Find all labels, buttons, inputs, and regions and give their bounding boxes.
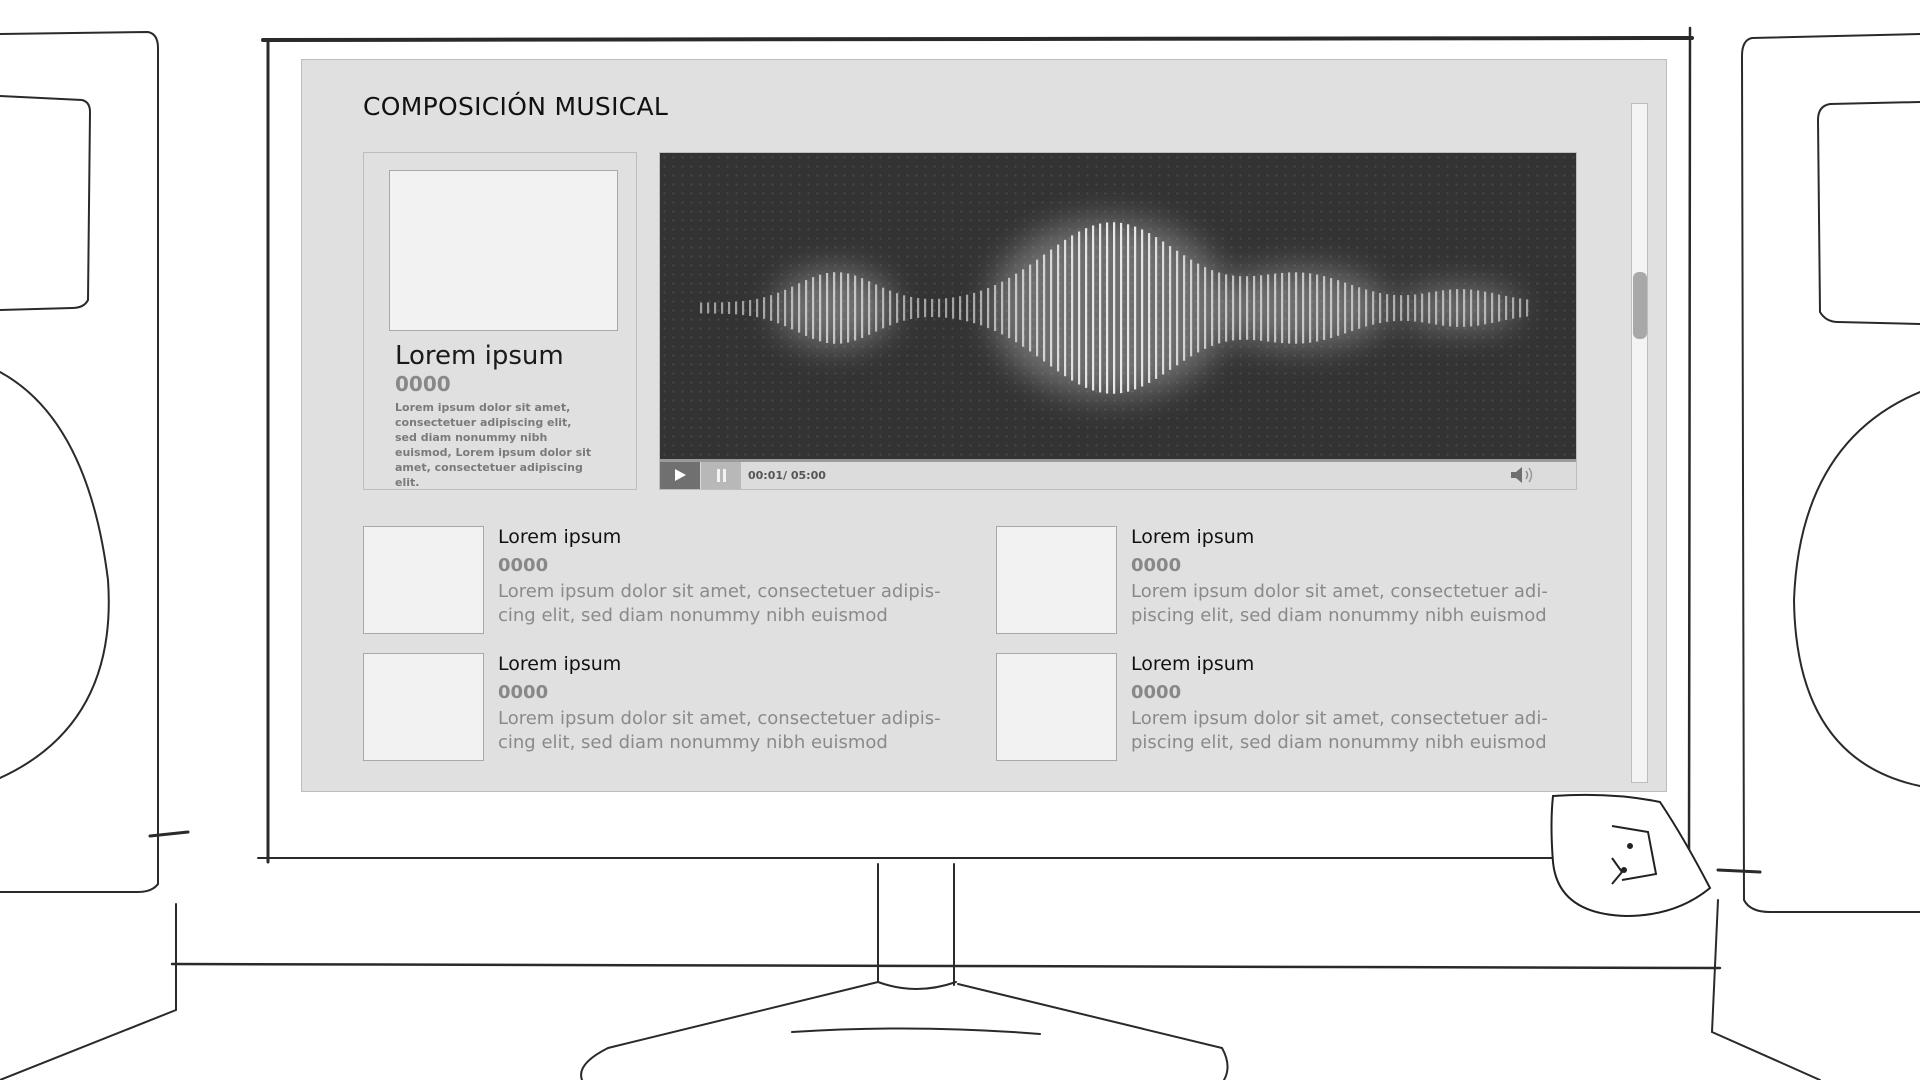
list-item[interactable]: Lorem ipsum 0000 Lorem ipsum dolor sit a… — [363, 526, 983, 634]
item-title: Lorem ipsum — [1131, 653, 1255, 675]
page-title: COMPOSICIÓN MUSICAL — [363, 92, 669, 121]
volume-icon[interactable] — [1508, 465, 1540, 485]
item-number: 0000 — [498, 555, 549, 576]
item-number: 0000 — [1131, 555, 1182, 576]
sticker-icon — [1550, 793, 1712, 918]
list-item[interactable]: Lorem ipsum 0000 Lorem ipsum dolor sit a… — [363, 653, 983, 761]
item-thumbnail — [363, 653, 484, 761]
featured-track-card[interactable]: Lorem ipsum 0000 Lorem ipsum dolor sit a… — [363, 152, 637, 490]
item-thumbnail — [996, 526, 1117, 634]
item-title: Lorem ipsum — [1131, 526, 1255, 548]
item-title: Lorem ipsum — [498, 526, 622, 548]
play-button[interactable] — [660, 462, 700, 489]
item-number: 0000 — [498, 682, 549, 703]
item-description: Lorem ipsum dolor sit amet, consectetuer… — [1131, 581, 1548, 626]
featured-description: Lorem ipsum dolor sit amet, consectetuer… — [395, 401, 592, 489]
time-display: 00:01/ 05:00 — [748, 469, 826, 482]
item-description: Lorem ipsum dolor sit amet, consectetuer… — [1131, 708, 1548, 753]
item-title: Lorem ipsum — [498, 653, 622, 675]
featured-number: 0000 — [395, 372, 451, 396]
featured-title: Lorem ipsum — [395, 341, 564, 371]
scrollbar-thumb[interactable] — [1633, 272, 1647, 339]
pause-button[interactable] — [701, 462, 741, 489]
item-description: Lorem ipsum dolor sit amet, consectetuer… — [498, 581, 941, 626]
list-item[interactable]: Lorem ipsum 0000 Lorem ipsum dolor sit a… — [996, 653, 1616, 761]
item-thumbnail — [363, 526, 484, 634]
audio-player: 00:01/ 05:00 — [659, 152, 1577, 490]
list-item[interactable]: Lorem ipsum 0000 Lorem ipsum dolor sit a… — [996, 526, 1616, 634]
item-description: Lorem ipsum dolor sit amet, consectetuer… — [498, 708, 941, 753]
item-number: 0000 — [1131, 682, 1182, 703]
item-thumbnail — [996, 653, 1117, 761]
waveform-graphic — [700, 218, 1529, 398]
player-controls: 00:01/ 05:00 — [660, 462, 1576, 489]
featured-thumbnail — [389, 170, 618, 331]
scrollbar[interactable] — [1631, 103, 1648, 783]
waveform-visualizer — [660, 153, 1576, 459]
app-window: COMPOSICIÓN MUSICAL Lorem ipsum 0000 Lor… — [301, 59, 1667, 792]
